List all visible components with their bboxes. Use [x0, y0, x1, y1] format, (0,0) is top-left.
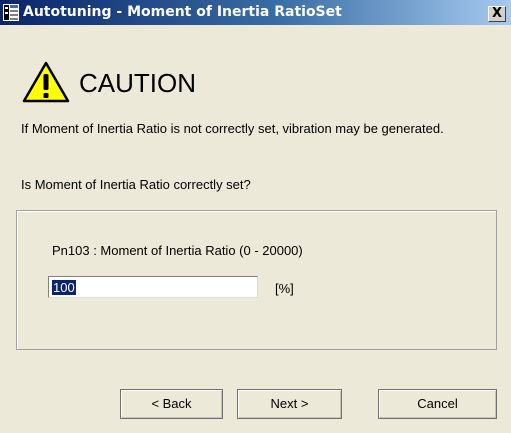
autotuning-dialog: Autotuning - Moment of Inertia RatioSet … — [0, 0, 511, 433]
parameter-label: Pn103 : Moment of Inertia Ratio (0 - 200… — [52, 243, 303, 258]
confirmation-question: Is Moment of Inertia Ratio correctly set… — [21, 177, 251, 192]
close-icon: X — [491, 6, 503, 21]
caution-heading: CAUTION — [79, 68, 196, 98]
cancel-button[interactable]: Cancel — [378, 389, 497, 419]
app-icon — [3, 4, 19, 21]
unit-label: [%] — [275, 281, 294, 296]
parameter-group: Pn103 : Moment of Inertia Ratio (0 - 200… — [16, 210, 497, 350]
window-title: Autotuning - Moment of Inertia RatioSet — [23, 4, 342, 20]
back-button[interactable]: < Back — [120, 389, 223, 419]
caution-message: If Moment of Inertia Ratio is not correc… — [21, 121, 444, 136]
warning-icon — [22, 61, 70, 103]
inertia-ratio-input[interactable]: 100 — [48, 276, 258, 298]
title-bar[interactable]: Autotuning - Moment of Inertia RatioSet … — [0, 0, 511, 25]
next-button[interactable]: Next > — [237, 389, 342, 419]
close-button[interactable]: X — [488, 6, 506, 22]
inertia-ratio-value: 100 — [52, 280, 76, 295]
